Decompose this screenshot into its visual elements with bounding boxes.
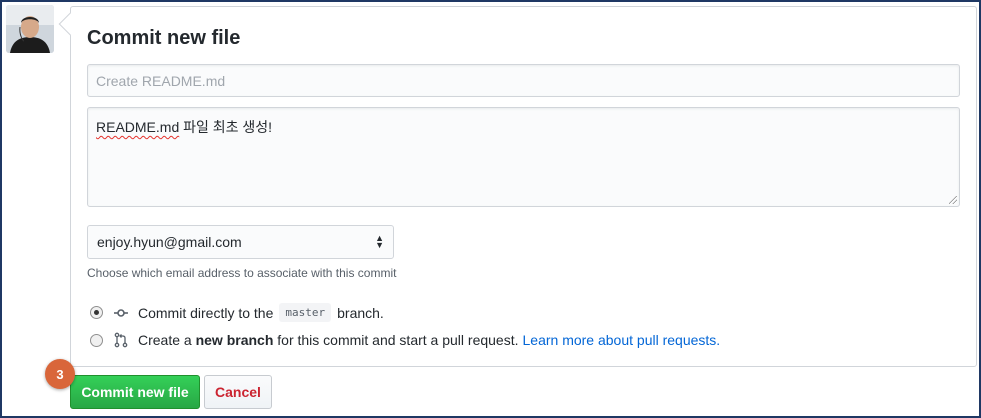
commit-summary-input[interactable] — [87, 64, 960, 97]
new-branch-label-middle: for this commit and start a pull request… — [277, 332, 519, 348]
commit-directly-suffix: branch. — [337, 304, 384, 321]
user-avatar[interactable] — [6, 5, 54, 53]
pull-requests-help-link[interactable]: Learn more about pull requests. — [523, 332, 721, 348]
commit-form-title: Commit new file — [87, 27, 241, 49]
step-number-badge: 3 — [45, 359, 75, 389]
branch-name-code: master — [279, 303, 332, 322]
new-branch-option[interactable]: Create a new branch for this commit and … — [90, 332, 720, 348]
commit-directly-label: Commit directly to the — [138, 304, 274, 321]
cancel-button[interactable]: Cancel — [204, 375, 272, 409]
commit-description-textarea[interactable]: README.md 파일 최초 생성! — [87, 107, 960, 207]
commit-email-value: enjoy.hyun@gmail.com — [97, 234, 242, 250]
avatar-image — [6, 5, 54, 53]
misspelled-word: README.md — [96, 119, 180, 135]
up-down-arrows-icon: ▲ ▼ — [375, 233, 384, 250]
commit-directly-option[interactable]: Commit directly to the master branch. — [90, 303, 384, 322]
new-branch-label-bold: new branch — [195, 332, 274, 348]
git-commit-icon — [113, 305, 129, 321]
email-help-note: Choose which email address to associate … — [87, 266, 397, 280]
commit-new-file-button[interactable]: Commit new file — [70, 375, 200, 409]
new-branch-label-prefix: Create a — [138, 332, 192, 348]
commit-email-select[interactable]: enjoy.hyun@gmail.com ▲ ▼ — [87, 225, 394, 259]
commit-directly-radio[interactable] — [90, 306, 103, 319]
description-text: 파일 최초 생성! — [179, 119, 273, 135]
resize-handle-icon[interactable] — [949, 196, 957, 204]
new-branch-radio[interactable] — [90, 333, 103, 347]
git-pull-request-icon — [113, 332, 129, 348]
